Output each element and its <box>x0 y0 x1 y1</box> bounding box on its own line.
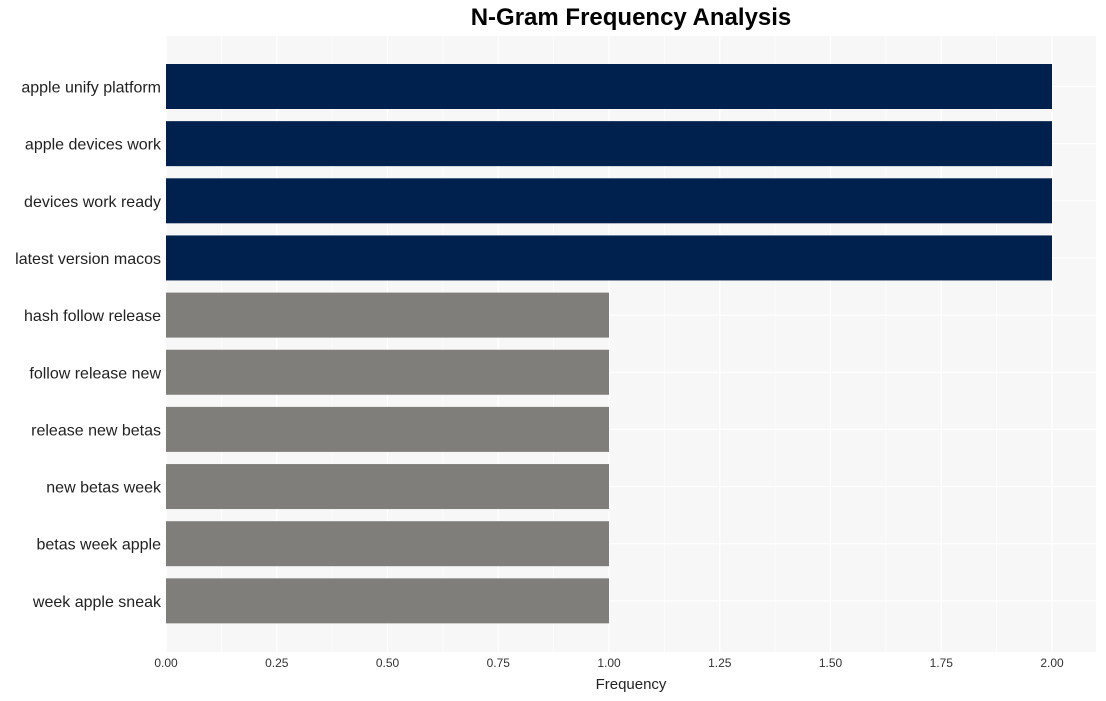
bar-week-apple-sneak <box>166 578 609 624</box>
x-tick-label: 0.00 <box>154 656 178 670</box>
bar-hash-follow-release <box>166 292 609 338</box>
y-tick-label: apple unify platform <box>21 80 161 97</box>
y-axis-labels: apple unify platform apple devices work de… <box>15 80 162 611</box>
bar-latest-version-macos <box>166 235 1052 281</box>
bar-follow-release-new <box>166 349 609 395</box>
bar-devices-work-ready <box>166 178 1052 224</box>
x-tick-label: 2.00 <box>1040 656 1064 670</box>
x-tick-label: 0.25 <box>265 656 289 670</box>
bar-apple-devices-work <box>166 121 1052 167</box>
y-tick-label: release new betas <box>31 422 161 439</box>
x-axis-label: Frequency <box>596 676 667 693</box>
bar-release-new-betas <box>166 406 609 452</box>
y-tick-label: devices work ready <box>24 194 161 211</box>
y-tick-label: latest version macos <box>15 251 161 268</box>
y-tick-label: betas week apple <box>36 537 161 554</box>
y-tick-label: new betas week <box>46 480 162 497</box>
x-tick-label: 1.75 <box>930 656 954 670</box>
bar-betas-week-apple <box>166 521 609 567</box>
chart-canvas: apple unify platform apple devices work de… <box>15 36 1096 693</box>
x-axis-ticks: 0.00 0.25 0.50 0.75 1.00 1.25 1.50 1.75 2.00 <box>154 656 1064 670</box>
bar-apple-unify-platform <box>166 64 1052 109</box>
x-tick-label: 1.25 <box>708 656 732 670</box>
x-tick-label: 1.00 <box>597 656 621 670</box>
y-tick-label: apple devices work <box>25 137 162 154</box>
bar-new-betas-week <box>166 464 609 510</box>
y-tick-label: hash follow release <box>24 308 161 325</box>
x-tick-label: 1.50 <box>819 656 843 670</box>
x-tick-label: 0.50 <box>376 656 400 670</box>
x-tick-label: 0.75 <box>487 656 511 670</box>
y-tick-label: week apple sneak <box>32 594 162 611</box>
y-tick-label: follow release new <box>29 365 161 382</box>
